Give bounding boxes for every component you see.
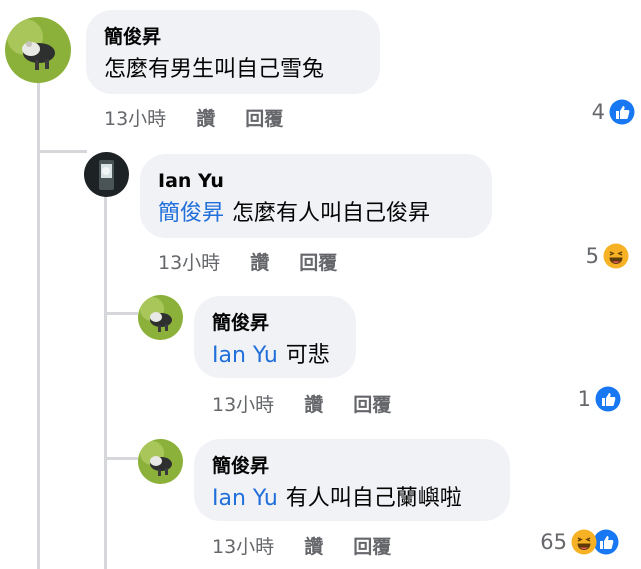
comment-body: 可悲 (285, 343, 330, 368)
comment-timestamp[interactable]: 13小時 (212, 390, 274, 417)
reply-button[interactable]: 回覆 (353, 390, 391, 417)
comment-actions: 13小時 讚 回覆 (104, 104, 283, 131)
like-button[interactable]: 讚 (304, 532, 323, 559)
reaction-count: 4 (591, 100, 605, 124)
thread-line-nested (104, 196, 107, 569)
reaction-summary[interactable]: 4 (592, 99, 635, 125)
avatar-commenter-1[interactable] (5, 17, 71, 83)
like-button[interactable]: 讚 (304, 390, 323, 417)
like-button[interactable]: 讚 (250, 248, 269, 275)
thread-connector-reply-2 (104, 312, 138, 315)
like-icon (595, 386, 621, 412)
comment-timestamp[interactable]: 13小時 (104, 104, 166, 131)
avatar-image (138, 439, 183, 484)
mention-link[interactable]: Ian Yu (212, 343, 278, 368)
comment-bubble[interactable]: 簡俊昇 Ian Yu 有人叫自己蘭嶼啦 (194, 439, 510, 521)
haha-icon (571, 529, 597, 555)
reaction-count: 5 (585, 244, 599, 268)
reaction-count: 1 (577, 387, 591, 411)
comment-actions: 13小時 讚 回覆 (212, 390, 391, 417)
comment-body: 怎麼有人叫自己俊昇 (232, 201, 431, 226)
avatar-image (5, 17, 71, 83)
comment-bubble[interactable]: 簡俊昇 Ian Yu 可悲 (194, 296, 356, 378)
like-button[interactable]: 讚 (196, 104, 215, 131)
comment-author[interactable]: 簡俊昇 (104, 24, 362, 50)
comment-text: 簡俊昇 怎麼有人叫自己俊昇 (158, 198, 474, 230)
reply-button[interactable]: 回覆 (245, 104, 283, 131)
reaction-summary[interactable]: 65 (540, 529, 619, 555)
haha-icon (603, 243, 629, 269)
like-icon (609, 99, 635, 125)
thread-connector-reply-1 (37, 150, 87, 153)
comment-author[interactable]: 簡俊昇 (212, 453, 492, 479)
reaction-summary[interactable]: 5 (586, 243, 629, 269)
comment-author[interactable]: Ian Yu (158, 168, 474, 194)
comment-text: Ian Yu 有人叫自己蘭嶼啦 (212, 483, 492, 515)
reaction-summary[interactable]: 1 (578, 386, 621, 412)
avatar-commenter-3[interactable] (138, 295, 183, 340)
comment-actions: 13小時 讚 回覆 (158, 248, 337, 275)
comment-actions: 13小時 讚 回覆 (212, 532, 391, 559)
comment-text: Ian Yu 可悲 (212, 340, 338, 372)
comment-timestamp[interactable]: 13小時 (158, 248, 220, 275)
thread-connector-reply-3 (104, 457, 138, 460)
comment-body: 有人叫自己蘭嶼啦 (285, 486, 462, 511)
comment-text: 怎麼有男生叫自己雪兔 (104, 54, 362, 86)
comment-body: 怎麼有男生叫自己雪兔 (104, 57, 325, 82)
mention-link[interactable]: Ian Yu (212, 486, 278, 511)
avatar-commenter-2[interactable] (84, 152, 129, 197)
avatar-image (84, 152, 129, 197)
comment-bubble[interactable]: 簡俊昇 怎麼有男生叫自己雪兔 (86, 10, 380, 94)
reply-button[interactable]: 回覆 (299, 248, 337, 275)
comment-author[interactable]: 簡俊昇 (212, 310, 338, 336)
avatar-image (138, 295, 183, 340)
avatar-commenter-4[interactable] (138, 439, 183, 484)
comment-bubble[interactable]: Ian Yu 簡俊昇 怎麼有人叫自己俊昇 (140, 154, 492, 238)
reply-button[interactable]: 回覆 (353, 532, 391, 559)
comment-timestamp[interactable]: 13小時 (212, 532, 274, 559)
reaction-count: 65 (540, 530, 567, 554)
mention-link[interactable]: 簡俊昇 (158, 201, 224, 226)
